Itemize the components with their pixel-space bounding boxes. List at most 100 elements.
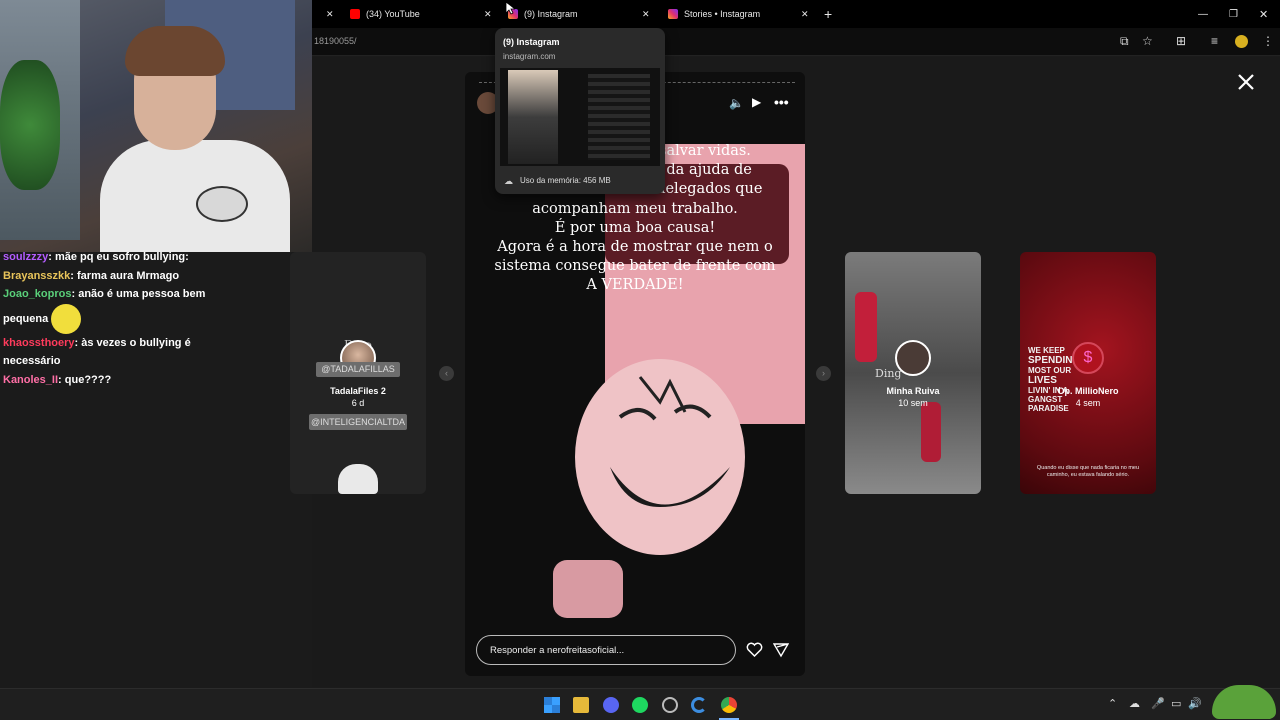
stream-chat: soulzzzy: mãe pq eu sofro bullying: Bray… — [0, 248, 312, 389]
url-text[interactable]: 18190055/ — [314, 36, 357, 46]
chat-username: Brayansszkk — [3, 269, 71, 282]
chat-message: Kanoles_II: que???? — [3, 373, 112, 386]
tag-badge: @INTELIGENCIALTDA — [309, 414, 407, 430]
chat-message: Joao_kopros: anão é uma pessoa bem peque… — [0, 285, 230, 334]
reply-input[interactable]: Responder a nerofreitasoficial... — [476, 635, 736, 665]
spotify-icon[interactable] — [632, 697, 648, 713]
tray-cloud-icon[interactable]: ☁ — [1129, 697, 1140, 710]
hover-card-domain: instagram.com — [503, 52, 556, 61]
speaker-icon[interactable]: 🔊 — [1188, 697, 1202, 710]
poster-line: LIVES — [1028, 375, 1057, 386]
network-icon[interactable]: ▭ — [1171, 697, 1181, 710]
chat-username: soulzzzy — [3, 251, 49, 263]
media-control-icon[interactable]: ≡ — [1211, 34, 1218, 48]
profile-avatar-icon[interactable] — [1235, 35, 1248, 48]
volume-icon[interactable]: 🔈 — [729, 96, 744, 110]
new-tab-icon[interactable]: + — [824, 0, 832, 28]
browser-menu-icon[interactable]: ⋮ — [1262, 34, 1274, 48]
discord-icon[interactable] — [603, 697, 619, 713]
chat-text: mãe pq eu sofro bullying: — [54, 251, 189, 263]
bookmark-star-icon[interactable]: ☆ — [1142, 34, 1153, 48]
story-text-line: Agora é a hora de mostrar que nem o — [497, 239, 773, 256]
mouse-cursor-icon — [505, 1, 515, 15]
tab-title: Stories • Instagram — [684, 9, 761, 19]
chrome-icon[interactable] — [721, 697, 737, 713]
story-text-line: É por uma boa causa! — [554, 219, 716, 236]
close-stories-icon[interactable] — [1237, 73, 1255, 91]
smiling-mask-image — [575, 359, 745, 555]
chat-message: khaossthoery: às vezes o bullying é nece… — [3, 336, 191, 368]
photo-figure — [855, 292, 877, 362]
share-send-icon[interactable] — [773, 642, 789, 658]
next-story-icon[interactable]: › — [816, 366, 831, 381]
poster-line: WE KEEP — [1028, 346, 1065, 355]
story-text-line: A VERDADE! — [586, 277, 684, 294]
preview-image — [508, 70, 558, 164]
memory-icon: ☁ — [504, 176, 513, 186]
webcam-feed — [0, 0, 312, 252]
dollar-avatar-icon: $ — [1072, 342, 1104, 374]
tag-badge: @TADALAFILLAS — [316, 362, 400, 377]
obs-icon[interactable] — [662, 697, 678, 713]
photo-figure — [921, 402, 941, 462]
maximize-icon[interactable]: ❐ — [1229, 0, 1238, 28]
memory-usage: Uso da memória: 456 MB — [520, 176, 611, 185]
avatar — [895, 340, 931, 376]
minimize-icon[interactable]: — — [1198, 0, 1208, 28]
poster-line: SPENDIN — [1028, 355, 1073, 366]
pepe-frog-overlay — [1212, 685, 1276, 719]
windows-taskbar: ⌃ ☁ 🎤 ▭ 🔊 — [0, 685, 1280, 720]
tab-instagram[interactable]: (9) Instagram — [508, 0, 648, 28]
play-icon[interactable]: ▶ — [752, 95, 761, 109]
preview-list — [588, 74, 650, 160]
app-icon[interactable] — [691, 697, 707, 713]
poster-line: MOST OUR — [1028, 366, 1072, 375]
story-time: 4 sem — [1075, 398, 1101, 408]
tab-title: (34) YouTube — [366, 9, 420, 19]
person-hair — [125, 26, 225, 76]
file-explorer-icon[interactable] — [573, 697, 589, 713]
story-time: 10 sem — [898, 398, 928, 408]
earbuds-case-image — [553, 560, 623, 618]
cast-icon[interactable]: ⧉ — [1120, 34, 1129, 49]
chat-text: que???? — [64, 373, 112, 386]
tab-youtube[interactable]: (34) YouTube — [350, 0, 490, 28]
story-text-line: acompanham meu trabalho. — [532, 200, 738, 217]
tab-hover-card: (9) Instagram instagram.com ☁ Uso da mem… — [495, 28, 665, 194]
story-card-millionero[interactable]: WE KEEP SPENDIN MOST OUR LIVES LIVIN' IN… — [1020, 252, 1156, 494]
chat-username: Joao_kopros — [3, 288, 72, 300]
previous-story-icon[interactable]: ‹ — [439, 366, 454, 381]
story-text-line: sistema consegue bater de frente com — [494, 258, 776, 275]
chat-username: khaossthoery — [3, 336, 75, 349]
window-close-icon[interactable]: ✕ — [1259, 0, 1268, 28]
mask-thumbnail — [338, 464, 378, 494]
chat-username: Kanoles_II — [3, 373, 59, 386]
tab-title: (9) Instagram — [524, 9, 578, 19]
story-time: 6 d — [351, 398, 365, 408]
like-heart-icon[interactable] — [746, 642, 763, 658]
more-options-icon[interactable]: ••• — [774, 94, 789, 110]
chat-message: soulzzzy: mãe pq eu sofro bullying: — [3, 251, 189, 263]
hover-card-title: (9) Instagram — [503, 37, 560, 47]
close-tab-icon[interactable]: ✕ — [484, 0, 492, 28]
start-menu-icon[interactable] — [544, 697, 560, 713]
person-shirt — [100, 140, 290, 252]
address-bar[interactable]: 18190055/ — [312, 28, 1280, 56]
close-tab-icon[interactable]: ✕ — [801, 0, 809, 28]
chat-text: farma aura Mrmago — [77, 269, 180, 282]
story-author-name: Minha Ruiva — [886, 386, 940, 396]
close-tab-icon[interactable]: ✕ — [642, 0, 650, 28]
close-tab-icon[interactable]: ✕ — [326, 0, 334, 28]
microphone-icon[interactable]: 🎤 — [1151, 697, 1165, 710]
youtube-icon — [350, 9, 360, 19]
story-author-name: Op. MillioNero — [1057, 386, 1119, 396]
plant — [0, 60, 60, 190]
tray-chevron-icon[interactable]: ⌃ — [1108, 697, 1117, 710]
story-card-minha-ruiva[interactable]: Ding Minha Ruiva 10 sem — [845, 252, 981, 494]
extensions-icon[interactable]: ⊞ — [1176, 34, 1186, 48]
overlay-text: Ding — [875, 367, 902, 380]
chat-message: Brayansszkk: farma aura Mrmago — [3, 269, 180, 282]
emote-icon — [51, 303, 82, 334]
trollface-print — [196, 186, 248, 222]
tab-stories[interactable]: Stories • Instagram — [668, 0, 808, 28]
